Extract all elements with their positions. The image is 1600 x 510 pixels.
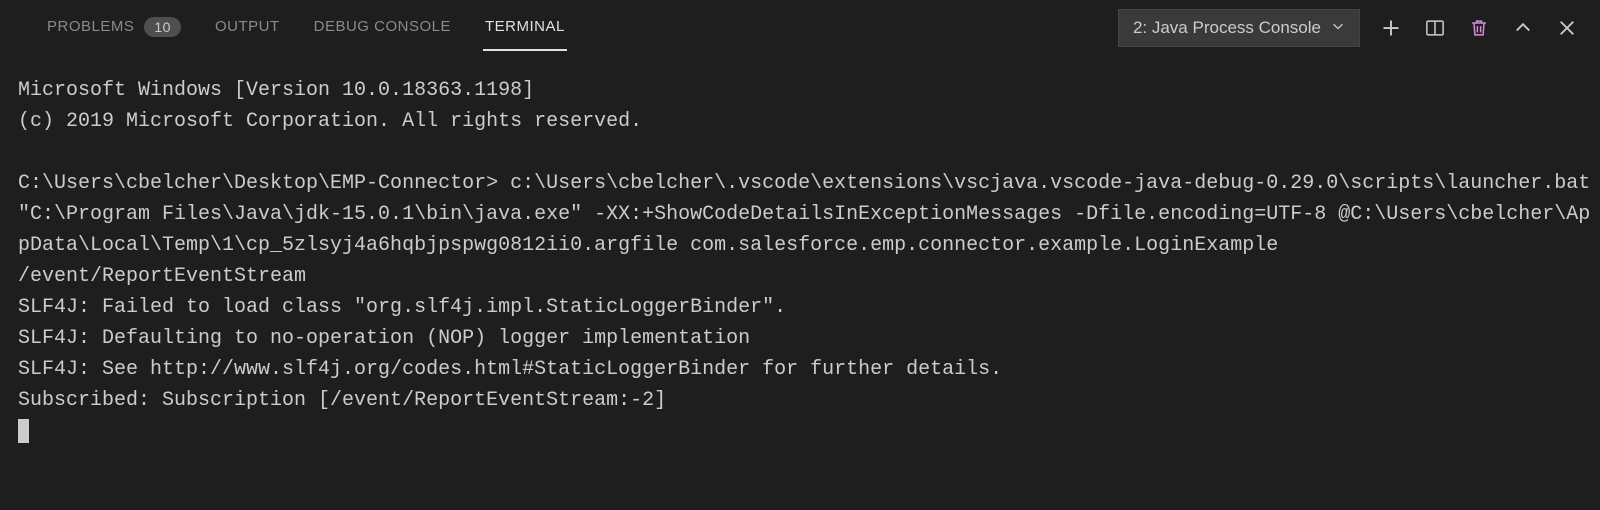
tab-problems[interactable]: PROBLEMS 10 [45,3,183,53]
terminal-line: (c) 2019 Microsoft Corporation. All righ… [18,110,642,133]
tab-debug-console-label: DEBUG CONSOLE [314,18,451,35]
terminal-line: SLF4J: See http://www.slf4j.org/codes.ht… [18,358,1002,381]
terminal-line: C:\Users\cbelcher\Desktop\EMP-Connector>… [18,172,1600,288]
terminal-line: Microsoft Windows [Version 10.0.18363.11… [18,79,534,102]
panel-header: PROBLEMS 10 OUTPUT DEBUG CONSOLE TERMINA… [0,0,1600,55]
terminal-line: SLF4J: Failed to load class "org.slf4j.i… [18,296,786,319]
tab-output[interactable]: OUTPUT [213,4,282,51]
terminal-line: SLF4J: Defaulting to no-operation (NOP) … [18,327,750,350]
tab-debug-console[interactable]: DEBUG CONSOLE [312,4,453,51]
tab-terminal-label: TERMINAL [485,18,565,35]
close-panel-button[interactable] [1554,15,1580,41]
tab-problems-label: PROBLEMS [47,18,134,35]
tab-terminal[interactable]: TERMINAL [483,4,567,51]
terminal-selector-label: 2: Java Process Console [1133,18,1321,38]
split-terminal-button[interactable] [1422,15,1448,41]
terminal-actions: 2: Java Process Console [1118,9,1580,47]
terminal-output[interactable]: Microsoft Windows [Version 10.0.18363.11… [0,55,1600,447]
problems-count-badge: 10 [144,17,181,37]
tab-output-label: OUTPUT [215,18,280,35]
maximize-panel-button[interactable] [1510,15,1536,41]
kill-terminal-button[interactable] [1466,15,1492,41]
terminal-selector-dropdown[interactable]: 2: Java Process Console [1118,9,1360,47]
panel-tabs: PROBLEMS 10 OUTPUT DEBUG CONSOLE TERMINA… [45,3,567,53]
terminal-line: Subscribed: Subscription [/event/ReportE… [18,389,666,412]
new-terminal-button[interactable] [1378,15,1404,41]
terminal-cursor [18,419,29,443]
chevron-down-icon [1331,18,1345,38]
